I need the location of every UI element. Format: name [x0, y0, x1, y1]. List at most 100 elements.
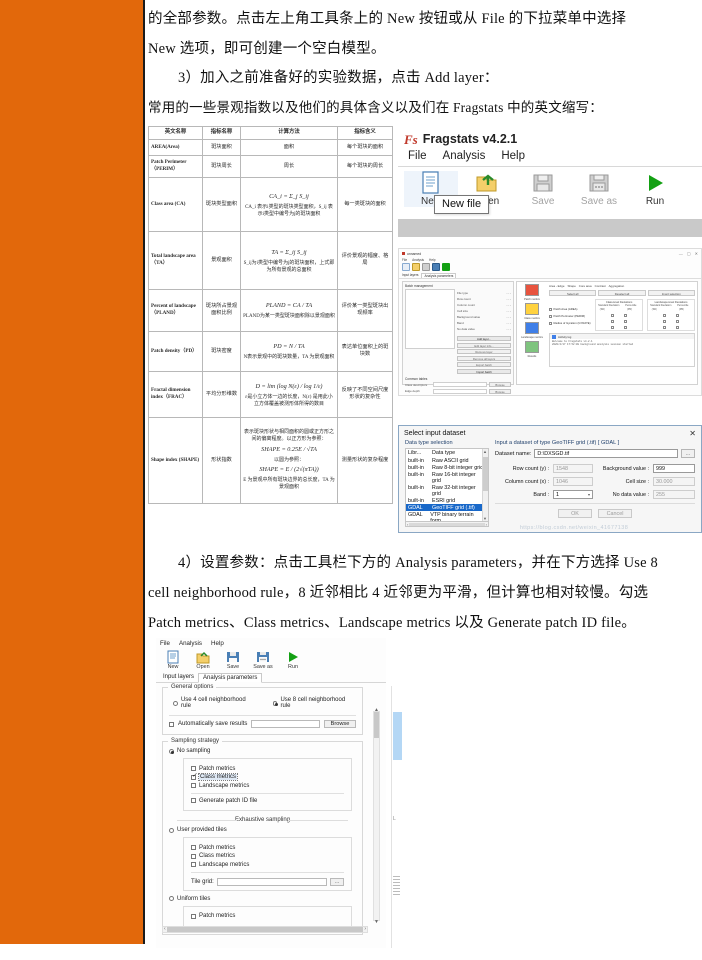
radio-uniform-tiles-icon[interactable] [169, 896, 174, 901]
toolbar-run-button[interactable]: Run [628, 171, 682, 207]
tab-shape[interactable]: Shape [567, 284, 575, 288]
params-new-button[interactable]: New [159, 650, 187, 670]
params-open-button[interactable]: Open [189, 650, 217, 670]
tab-analysis-parameters[interactable]: Analysis parameters [198, 673, 263, 683]
metric-checkbox[interactable] [549, 321, 552, 325]
remove-all-layers-button[interactable]: Remove all layers [457, 355, 511, 361]
tile-grid-browse-button[interactable]: ... [330, 877, 344, 886]
menu-analysis[interactable]: Analysis [412, 258, 424, 262]
browse-ellipsis-button[interactable]: ... [681, 449, 695, 458]
scrollbar-thumb[interactable] [482, 457, 488, 491]
landscape-metrics-checkbox[interactable] [191, 783, 196, 788]
menu-file[interactable]: File [408, 150, 427, 162]
auto-save-path-input[interactable] [251, 720, 320, 728]
class-metrics-row[interactable]: Class metrics [191, 773, 344, 781]
scroll-up-arrow[interactable]: ▲ [483, 449, 487, 454]
tab-aggregation[interactable]: Aggregation [609, 284, 625, 288]
list-item[interactable]: built-in Raw 16-bit integer grid [406, 471, 488, 484]
class-sd-checkbox[interactable] [611, 326, 615, 329]
invert-selection-button[interactable]: Invert selection [647, 290, 695, 296]
edge-depth-input[interactable] [433, 388, 487, 394]
params-run-button[interactable]: Run [279, 650, 307, 670]
menu-file[interactable]: File [402, 258, 407, 262]
auto-save-browse-button[interactable]: Browse [324, 720, 356, 728]
params-hscroll-thumb[interactable] [166, 926, 364, 932]
metric-checkbox[interactable] [549, 314, 552, 318]
landscape-metrics-row[interactable]: Landscape metrics [191, 862, 344, 868]
save-as-icon[interactable] [432, 263, 440, 271]
params-saveas-button[interactable]: Save as [249, 650, 277, 670]
open-folder-icon[interactable] [412, 263, 420, 271]
list-item[interactable]: built-in ESRI grid [406, 497, 488, 504]
list-item[interactable]: GDAL VTP binary terrain form... [406, 511, 488, 522]
patch-metrics-checkbox[interactable] [191, 845, 196, 850]
params-scrollbar-thumb[interactable] [374, 712, 379, 738]
data-type-listbox[interactable]: Libr... Data type built-in Raw ASCII grid… [405, 448, 489, 522]
use-8-cell-rule-option[interactable]: Use 8 cell neighborhood rule [272, 697, 357, 709]
metric-checkbox[interactable] [549, 307, 552, 311]
params-vertical-scrollbar[interactable]: ▲ ▼ [373, 707, 380, 925]
menu-help[interactable]: Help [501, 150, 525, 162]
patch-metrics-icon[interactable] [525, 284, 539, 296]
class-metrics-checkbox[interactable] [191, 773, 197, 780]
params-horizontal-scrollbar[interactable]: ‹ › [162, 925, 368, 933]
generate-patch-id-row[interactable]: Generate patch ID file [191, 798, 344, 804]
select-all-button[interactable]: Select all [549, 290, 597, 296]
layers-listbox[interactable] [405, 289, 455, 349]
import-batch-button[interactable]: Import batch [457, 368, 511, 374]
hscroll-thumb[interactable] [409, 522, 485, 526]
list-item[interactable]: built-in Raw 32-bit integer grid [406, 484, 488, 497]
run-play-icon[interactable] [442, 263, 450, 271]
tab-area-edge[interactable]: Area - Edge [549, 284, 564, 288]
ok-button[interactable]: OK [558, 509, 592, 518]
metric-row[interactable]: Patch Area (AREA) [549, 307, 591, 311]
remove-layer-button[interactable]: Remove layer [457, 349, 511, 354]
no-sampling-option[interactable]: No sampling [169, 748, 356, 754]
scroll-right-arrow[interactable]: › [486, 522, 487, 527]
landscape-metrics-checkbox[interactable] [191, 862, 196, 867]
landscape-metrics-row[interactable]: Landscape metrics [191, 783, 344, 789]
class-sd-checkbox[interactable] [611, 314, 615, 317]
list-vertical-scrollbar[interactable]: ▲ ▼ [482, 449, 488, 521]
class-metrics-checkbox[interactable] [191, 853, 196, 859]
radio-user-tiles-icon[interactable] [169, 827, 174, 833]
class-sd-checkbox[interactable] [611, 320, 615, 323]
landscape-sd-checkbox[interactable] [663, 326, 667, 329]
save-disk-icon[interactable] [422, 263, 430, 271]
radio-no-sampling-icon[interactable] [169, 748, 174, 754]
class-pr-checkbox[interactable] [624, 326, 628, 329]
list-item[interactable]: built-in Raw ASCII grid [406, 457, 488, 464]
close-icon[interactable]: ✕ [695, 251, 698, 256]
patch-metrics-row[interactable]: Patch metrics [191, 845, 344, 851]
menu-file[interactable]: File [160, 640, 170, 647]
class-descriptors-browse[interactable]: Browse [489, 382, 511, 387]
maximize-icon[interactable]: ▢ [687, 251, 691, 256]
menu-analysis[interactable]: Analysis [443, 150, 486, 162]
tab-analysis-parameters[interactable]: Analysis parameters [421, 273, 457, 278]
list-item[interactable]: built-in Raw 8-bit integer grid [406, 464, 488, 471]
menu-analysis[interactable]: Analysis [179, 640, 202, 647]
scroll-down-arrow[interactable]: ▼ [374, 919, 379, 925]
class-pr-checkbox[interactable] [624, 314, 628, 317]
menu-help[interactable]: Help [429, 258, 436, 262]
radio-4-cell-icon[interactable] [173, 700, 178, 706]
patch-metrics-checkbox[interactable] [191, 913, 196, 919]
landscape-pr-checkbox[interactable] [676, 320, 680, 323]
deselect-all-button[interactable]: Deselect all [598, 290, 646, 296]
toolbar-save-button[interactable]: Save [516, 171, 570, 207]
landscape-pr-checkbox[interactable] [676, 326, 680, 329]
menu-help[interactable]: Help [211, 640, 224, 647]
params-save-button[interactable]: Save [219, 650, 247, 670]
edge-depth-browse[interactable]: Browse [489, 388, 511, 394]
auto-save-checkbox[interactable] [169, 721, 174, 727]
results-icon[interactable] [525, 341, 539, 353]
tab-contrast[interactable]: Contrast [595, 284, 606, 288]
scroll-right-arrow[interactable]: › [364, 926, 366, 932]
landscape-pr-checkbox[interactable] [676, 314, 680, 317]
background-value-input[interactable]: 999 [653, 464, 695, 473]
landscape-metrics-icon[interactable] [525, 322, 539, 334]
uniform-tiles-option[interactable]: Uniform tiles [169, 896, 356, 902]
tile-grid-input[interactable] [216, 877, 327, 886]
landscape-sd-checkbox[interactable] [663, 320, 667, 323]
patch-metrics-row[interactable]: Patch metrics [191, 913, 344, 919]
